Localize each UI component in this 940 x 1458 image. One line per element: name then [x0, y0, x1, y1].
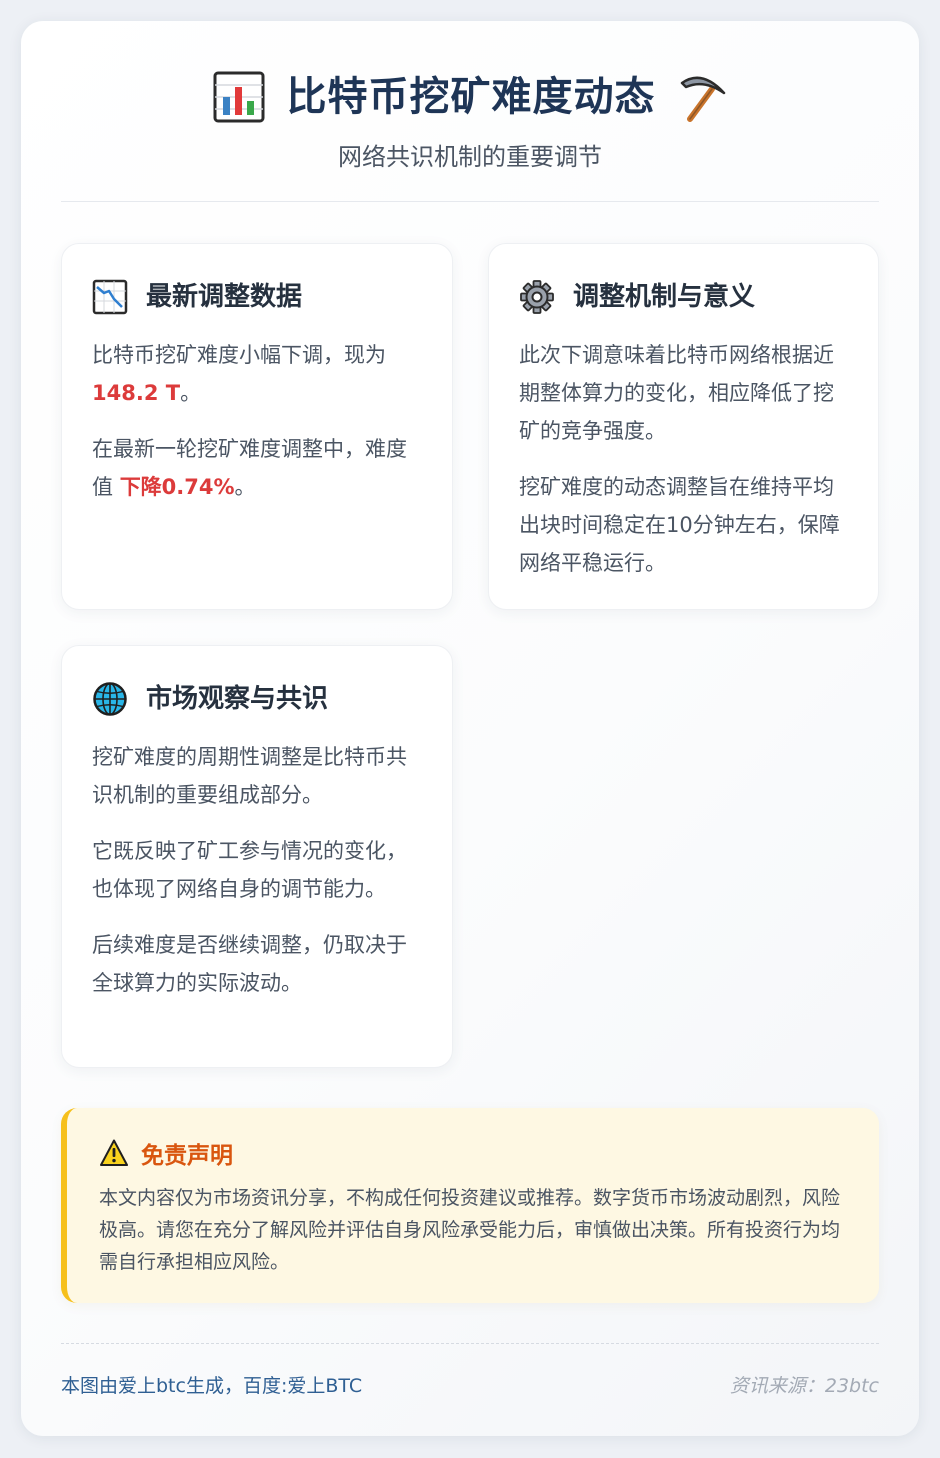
difficulty-change: 下降0.74% — [119, 475, 235, 499]
page-title: 比特币挖矿难度动态 — [286, 74, 656, 120]
card-paragraph: 后续难度是否继续调整，仍取决于全球算力的实际波动。 — [92, 933, 407, 995]
card-latest-data: 最新调整数据 比特币挖矿难度小幅下调，现为148.2 T。 在最新一轮挖矿难度调… — [61, 243, 453, 610]
footer-source: 资讯来源：23btc — [729, 1375, 879, 1397]
card-market: 市场观察与共识 挖矿难度的周期性调整是比特币共识机制的重要组成部分。 它既反映了… — [61, 645, 453, 1068]
card-title: 市场观察与共识 — [146, 684, 329, 714]
footer-credit: 本图由爱上btc生成，百度:爱上BTC — [61, 1375, 363, 1397]
chart-decreasing-icon — [92, 279, 128, 315]
disclaimer-title: 免责声明 — [141, 1143, 233, 1169]
article-card: 比特币挖矿难度动态 网络共识机制的重要调节 最新调整数据 比特币挖矿难度小幅下调… — [21, 21, 919, 1436]
page-subtitle: 网络共识机制的重要调节 — [338, 143, 602, 171]
card-paragraph: 比特币挖矿难度小幅下调，现为 148.2 T。 — [92, 336, 422, 412]
card-paragraph: 挖矿难度的周期性调整是比特币共识机制的重要组成部分。 — [92, 745, 407, 807]
pickaxe-icon — [676, 71, 728, 123]
gear-icon — [519, 279, 555, 315]
footer: 本图由爱上btc生成，百度:爱上BTC 资讯来源：23btc — [61, 1343, 879, 1413]
card-title: 调整机制与意义 — [573, 282, 756, 312]
card-header: 调整机制与意义 — [519, 278, 848, 316]
title-row: 比特币挖矿难度动态 — [61, 69, 879, 125]
globe-icon — [92, 681, 128, 717]
disclaimer-text: 本文内容仅为市场资讯分享，不构成任何投资建议或推荐。数字货币市场波动剧烈，风险极… — [99, 1187, 841, 1273]
warning-icon — [99, 1138, 129, 1168]
card-title: 最新调整数据 — [146, 282, 303, 312]
disclaimer-box: 免责声明 本文内容仅为市场资讯分享，不构成任何投资建议或推荐。数字货币市场波动剧… — [61, 1108, 879, 1303]
card-paragraph: 此次下调意味着比特币网络根据近期整体算力的变化，相应降低了挖矿的竞争强度。 — [519, 343, 834, 443]
header: 比特币挖矿难度动态 网络共识机制的重要调节 — [61, 21, 879, 202]
disclaimer-header: 免责声明 — [99, 1136, 849, 1170]
paragraph-text: 比特币挖矿难度小幅下调，现为 — [92, 343, 386, 367]
card-paragraph: 挖矿难度的动态调整旨在维持平均出块时间稳定在10分钟左右，保障网络平稳运行。 — [519, 475, 840, 575]
paragraph-end: 。 — [234, 475, 256, 499]
card-mechanism: 调整机制与意义 此次下调意味着比特币网络根据近期整体算力的变化，相应降低了挖矿的… — [488, 243, 879, 610]
card-paragraph: 它既反映了矿工参与情况的变化，也体现了网络自身的调节能力。 — [92, 839, 407, 901]
paragraph-end: 。 — [180, 381, 202, 405]
card-header: 最新调整数据 — [92, 278, 422, 316]
card-paragraph: 在最新一轮挖矿难度调整中，难度值 下降0.74%。 — [92, 430, 422, 506]
difficulty-value: 148.2 T — [92, 381, 181, 405]
card-header: 市场观察与共识 — [92, 680, 422, 718]
bar-chart-icon — [213, 71, 265, 123]
